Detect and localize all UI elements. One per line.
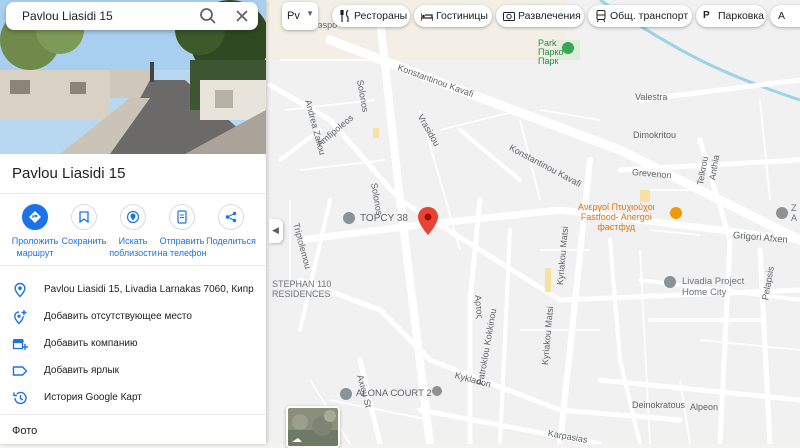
park-label[interactable]: Park Парко Парк [538, 39, 564, 66]
building-icon[interactable] [776, 207, 788, 219]
divider [0, 265, 266, 266]
share-icon [225, 211, 237, 223]
add-label-row[interactable]: Добавить ярлык [0, 358, 266, 384]
location-pin-icon[interactable] [418, 207, 438, 235]
alona-label[interactable]: ALONA COURT 2 [356, 388, 432, 399]
maps-history-row[interactable]: История Google Карт [0, 385, 266, 411]
chevron-down-icon[interactable]: ▼ [306, 9, 314, 18]
restaurant-icon [340, 10, 349, 22]
stephan-label[interactable]: STEPHAN 110 RESIDENCES [272, 279, 331, 299]
divider [0, 193, 266, 194]
anergoi-label[interactable]: Ανεργοί Πτυχιούχοι Fastfood- Anergoi фас… [578, 202, 655, 232]
add-place-icon [14, 310, 27, 325]
chip-label: Развлечения [518, 10, 581, 22]
chip-parking[interactable]: P Парковка [696, 5, 766, 27]
edge-label: Z A [791, 203, 798, 223]
address-row[interactable]: Pavlou Liasidi 15, Livadia Larnakas 7060… [0, 277, 266, 303]
chip-label: А [778, 10, 786, 22]
building-icon[interactable] [664, 276, 676, 288]
directions-icon [29, 211, 41, 223]
nearby-icon [126, 210, 140, 224]
collapse-panel-button[interactable]: ◀ [269, 219, 283, 243]
chip-transit[interactable]: Общ. транспорт [588, 5, 692, 27]
place-panel: Pavlou Liasidi 15 Проложить маршрут Сохр… [0, 0, 266, 444]
livadia-label[interactable]: Livadia Project Home City [682, 276, 744, 298]
row-text: Добавить компанию [44, 338, 138, 349]
street-label: Valestra [635, 92, 668, 102]
action-label: Искать поблизости [109, 236, 157, 258]
street-label: Deinokratous [632, 400, 686, 410]
address-text: Pavlou Liasidi 15, Livadia Larnakas 7060… [44, 284, 254, 295]
photos-heading: Фото [12, 425, 38, 437]
add-business-icon [12, 339, 28, 350]
search-box[interactable] [6, 2, 258, 30]
camera-icon [503, 12, 515, 21]
building-icon[interactable] [343, 212, 355, 224]
topcy-label[interactable]: TOPCY 38 [360, 213, 408, 224]
chip-label: Парковка [718, 10, 765, 22]
label-icon [12, 366, 28, 376]
layer-toggle-label: Pv [287, 10, 300, 22]
chip-hotels[interactable]: Гостиницы [414, 5, 492, 27]
hotel-icon [421, 13, 433, 21]
street-label: Dimokritou [633, 130, 677, 140]
directions-button[interactable]: Проложить маршрут [8, 204, 62, 259]
building-icon [432, 386, 442, 396]
add-business-row[interactable]: Добавить компанию [0, 331, 266, 357]
row-text: Добавить ярлык [44, 365, 120, 376]
chevron-left-icon: ◀ [272, 225, 279, 235]
street-label: Αρτος [473, 294, 486, 320]
chip-label: Общ. транспорт [610, 10, 689, 22]
chip-more[interactable]: А [770, 5, 800, 27]
place-title: Pavlou Liasidi 15 [12, 165, 126, 182]
action-label: Поделиться [206, 236, 256, 246]
layer-toggle[interactable]: Pv ▼ [282, 2, 318, 30]
chip-label: Рестораны [354, 10, 408, 22]
chip-restaurants[interactable]: Рестораны [332, 5, 410, 27]
location-pin-icon [14, 282, 26, 298]
nearby-button[interactable]: Искать поблизости [106, 204, 160, 259]
history-icon [13, 391, 27, 405]
share-button[interactable]: Поделиться [204, 204, 258, 247]
building-icon[interactable] [340, 388, 352, 400]
send-to-phone-button[interactable]: Отправить на телефон [155, 204, 209, 259]
bookmark-icon [79, 211, 89, 223]
action-label: Сохранить [61, 236, 107, 246]
row-text: История Google Карт [44, 392, 142, 403]
street-view-thumbnail[interactable] [286, 406, 340, 448]
chip-label: Гостиницы [436, 10, 488, 22]
street-label: Alpeon [690, 402, 719, 412]
close-icon[interactable] [232, 6, 252, 26]
food-icon[interactable] [670, 207, 682, 219]
save-button[interactable]: Сохранить [57, 204, 111, 247]
search-icon[interactable] [198, 6, 218, 26]
parking-icon: P [703, 10, 710, 21]
row-text: Добавить отсутствующее место [44, 311, 192, 322]
add-missing-place-row[interactable]: Добавить отсутствующее место [0, 304, 266, 330]
transit-icon [596, 10, 606, 22]
search-input[interactable] [22, 7, 192, 25]
park-icon[interactable] [562, 42, 574, 54]
phone-icon [177, 210, 187, 224]
action-label: Проложить маршрут [11, 236, 59, 258]
chip-entertainment[interactable]: Развлечения [496, 5, 584, 27]
action-label: Отправить на телефон [157, 236, 207, 258]
divider [0, 414, 266, 415]
